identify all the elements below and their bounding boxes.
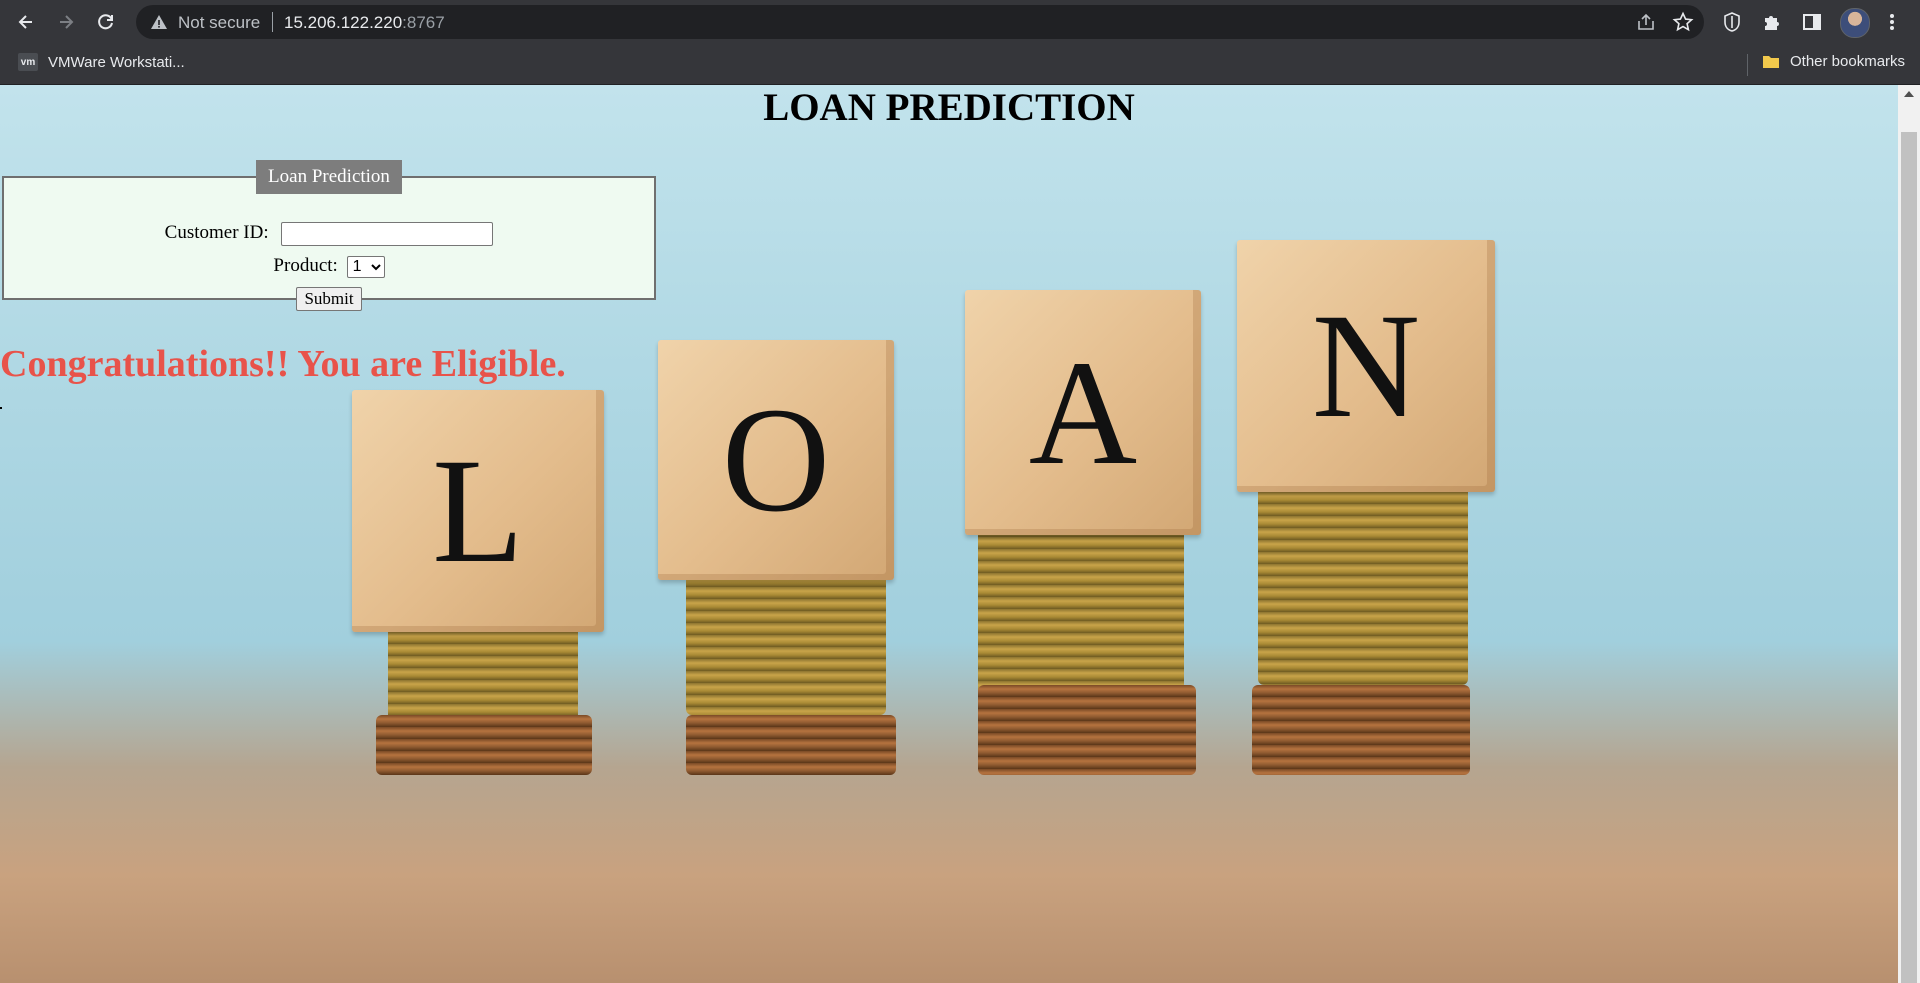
folder-icon [1763,56,1779,68]
customer-id-row: Customer ID: [4,222,654,246]
menu-button[interactable] [1880,10,1904,34]
security-label[interactable]: Not secure [178,13,260,33]
customer-id-input[interactable] [281,222,494,246]
profile-avatar[interactable] [1840,8,1870,38]
stray-dot [0,407,2,409]
loan-form: Loan Prediction Customer ID: Product: 1 … [2,160,656,311]
customer-id-label: Customer ID: [164,222,269,244]
address-bar[interactable]: Not secure 15.206.122.220:8767 [136,5,1704,39]
bookmarks-bar: vm VMWare Workstati... Other bookmarks [0,44,1920,85]
warning-icon [151,15,167,29]
coin-stack [1258,480,1468,685]
product-select[interactable]: 1 [346,255,385,278]
url-port: :8767 [402,13,445,32]
arrow-right-icon [60,15,74,29]
share-icon[interactable] [1636,12,1656,32]
omnibox-divider [272,12,273,32]
coin-stack [686,715,896,775]
reload-button[interactable] [90,6,122,38]
side-panel-button[interactable] [1800,10,1824,34]
product-label: Product: [273,255,338,276]
page-title: LOAN PREDICTION [763,86,1135,129]
bookmarks-separator [1747,54,1748,76]
form-legend: Loan Prediction [256,160,402,194]
submit-button[interactable]: Submit [296,287,362,311]
submit-row: Submit [4,287,654,311]
side-panel-icon [1803,14,1821,30]
product-row: Product: 1 [4,255,654,278]
url-text[interactable]: 15.206.122.220:8767 [284,13,445,33]
coin-stack [1252,685,1470,775]
page-viewport: L O A N LOAN PREDICTION Loan Prediction … [0,85,1920,983]
bookmark-vmware[interactable]: vm VMWare Workstati... [18,53,185,71]
scroll-thumb[interactable] [1901,132,1917,983]
result-message: Congratulations!! You are Eligible. [0,343,566,385]
reload-icon [98,14,113,30]
shield-extension-button[interactable] [1720,10,1744,34]
back-button[interactable] [10,6,42,38]
browser-toolbar: Not secure 15.206.122.220:8767 [0,0,1920,44]
arrow-left-icon [18,15,32,29]
coin-stack [978,525,1184,695]
scroll-up-arrow[interactable] [1904,91,1914,97]
letter-block: O [658,340,894,580]
forward-button[interactable] [50,6,82,38]
bookmark-label: VMWare Workstati... [48,53,185,71]
coin-stack [686,575,886,715]
more-vertical-icon [1890,14,1894,30]
star-icon[interactable] [1672,11,1694,33]
coin-stack [978,685,1196,775]
puzzle-icon [1765,16,1779,30]
other-bookmarks[interactable]: Other bookmarks [1762,53,1905,70]
url-host: 15.206.122.220 [284,13,403,32]
vertical-scrollbar[interactable] [1898,85,1920,983]
other-bookmarks-label: Other bookmarks [1790,53,1906,70]
shield-icon [1724,12,1740,32]
letter-block: A [965,290,1201,535]
extensions-button[interactable] [1760,10,1784,34]
letter-block: N [1237,240,1495,492]
letter-block: L [352,390,604,632]
coin-stack [376,715,592,775]
vm-icon: vm [18,53,38,71]
